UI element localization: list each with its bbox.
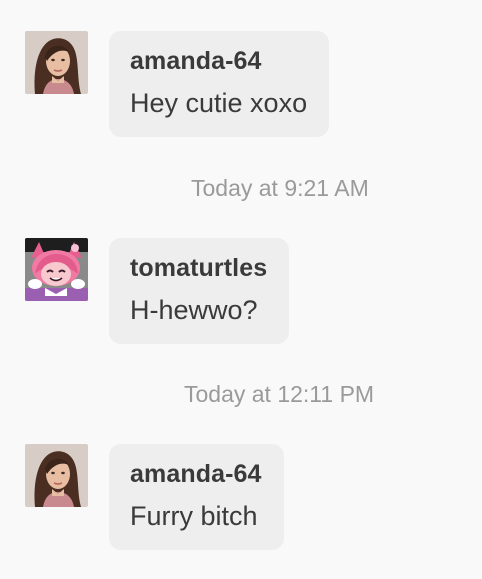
avatar[interactable] xyxy=(25,444,88,507)
sender-name[interactable]: tomaturtles xyxy=(130,252,267,284)
message-row: amanda-64 Hey cutie xoxo xyxy=(25,31,330,137)
sender-name[interactable]: amanda-64 xyxy=(130,45,307,77)
message-row: tomaturtles H-hewwo? xyxy=(25,238,290,344)
message-text: Furry bitch xyxy=(130,501,258,531)
chat-thread: amanda-64 Hey cutie xoxo Today at 9:21 A… xyxy=(0,0,482,579)
woman-portrait-icon xyxy=(25,444,88,507)
message-bubble[interactable]: tomaturtles H-hewwo? xyxy=(109,238,290,344)
timestamp: Today at 12:11 PM xyxy=(184,381,375,407)
timestamp: Today at 9:21 AM xyxy=(191,175,369,201)
woman-portrait-icon xyxy=(25,31,88,94)
sender-name[interactable]: amanda-64 xyxy=(130,458,262,490)
message-text: Hey cutie xoxo xyxy=(130,88,308,118)
avatar[interactable] xyxy=(25,31,88,94)
anime-character-icon xyxy=(25,238,88,301)
message-bubble[interactable]: amanda-64 Furry bitch xyxy=(109,444,284,550)
message-bubble[interactable]: amanda-64 Hey cutie xoxo xyxy=(109,31,330,137)
message-row: amanda-64 Furry bitch xyxy=(25,444,284,550)
avatar[interactable] xyxy=(25,238,88,301)
message-text: H-hewwo? xyxy=(130,295,258,325)
